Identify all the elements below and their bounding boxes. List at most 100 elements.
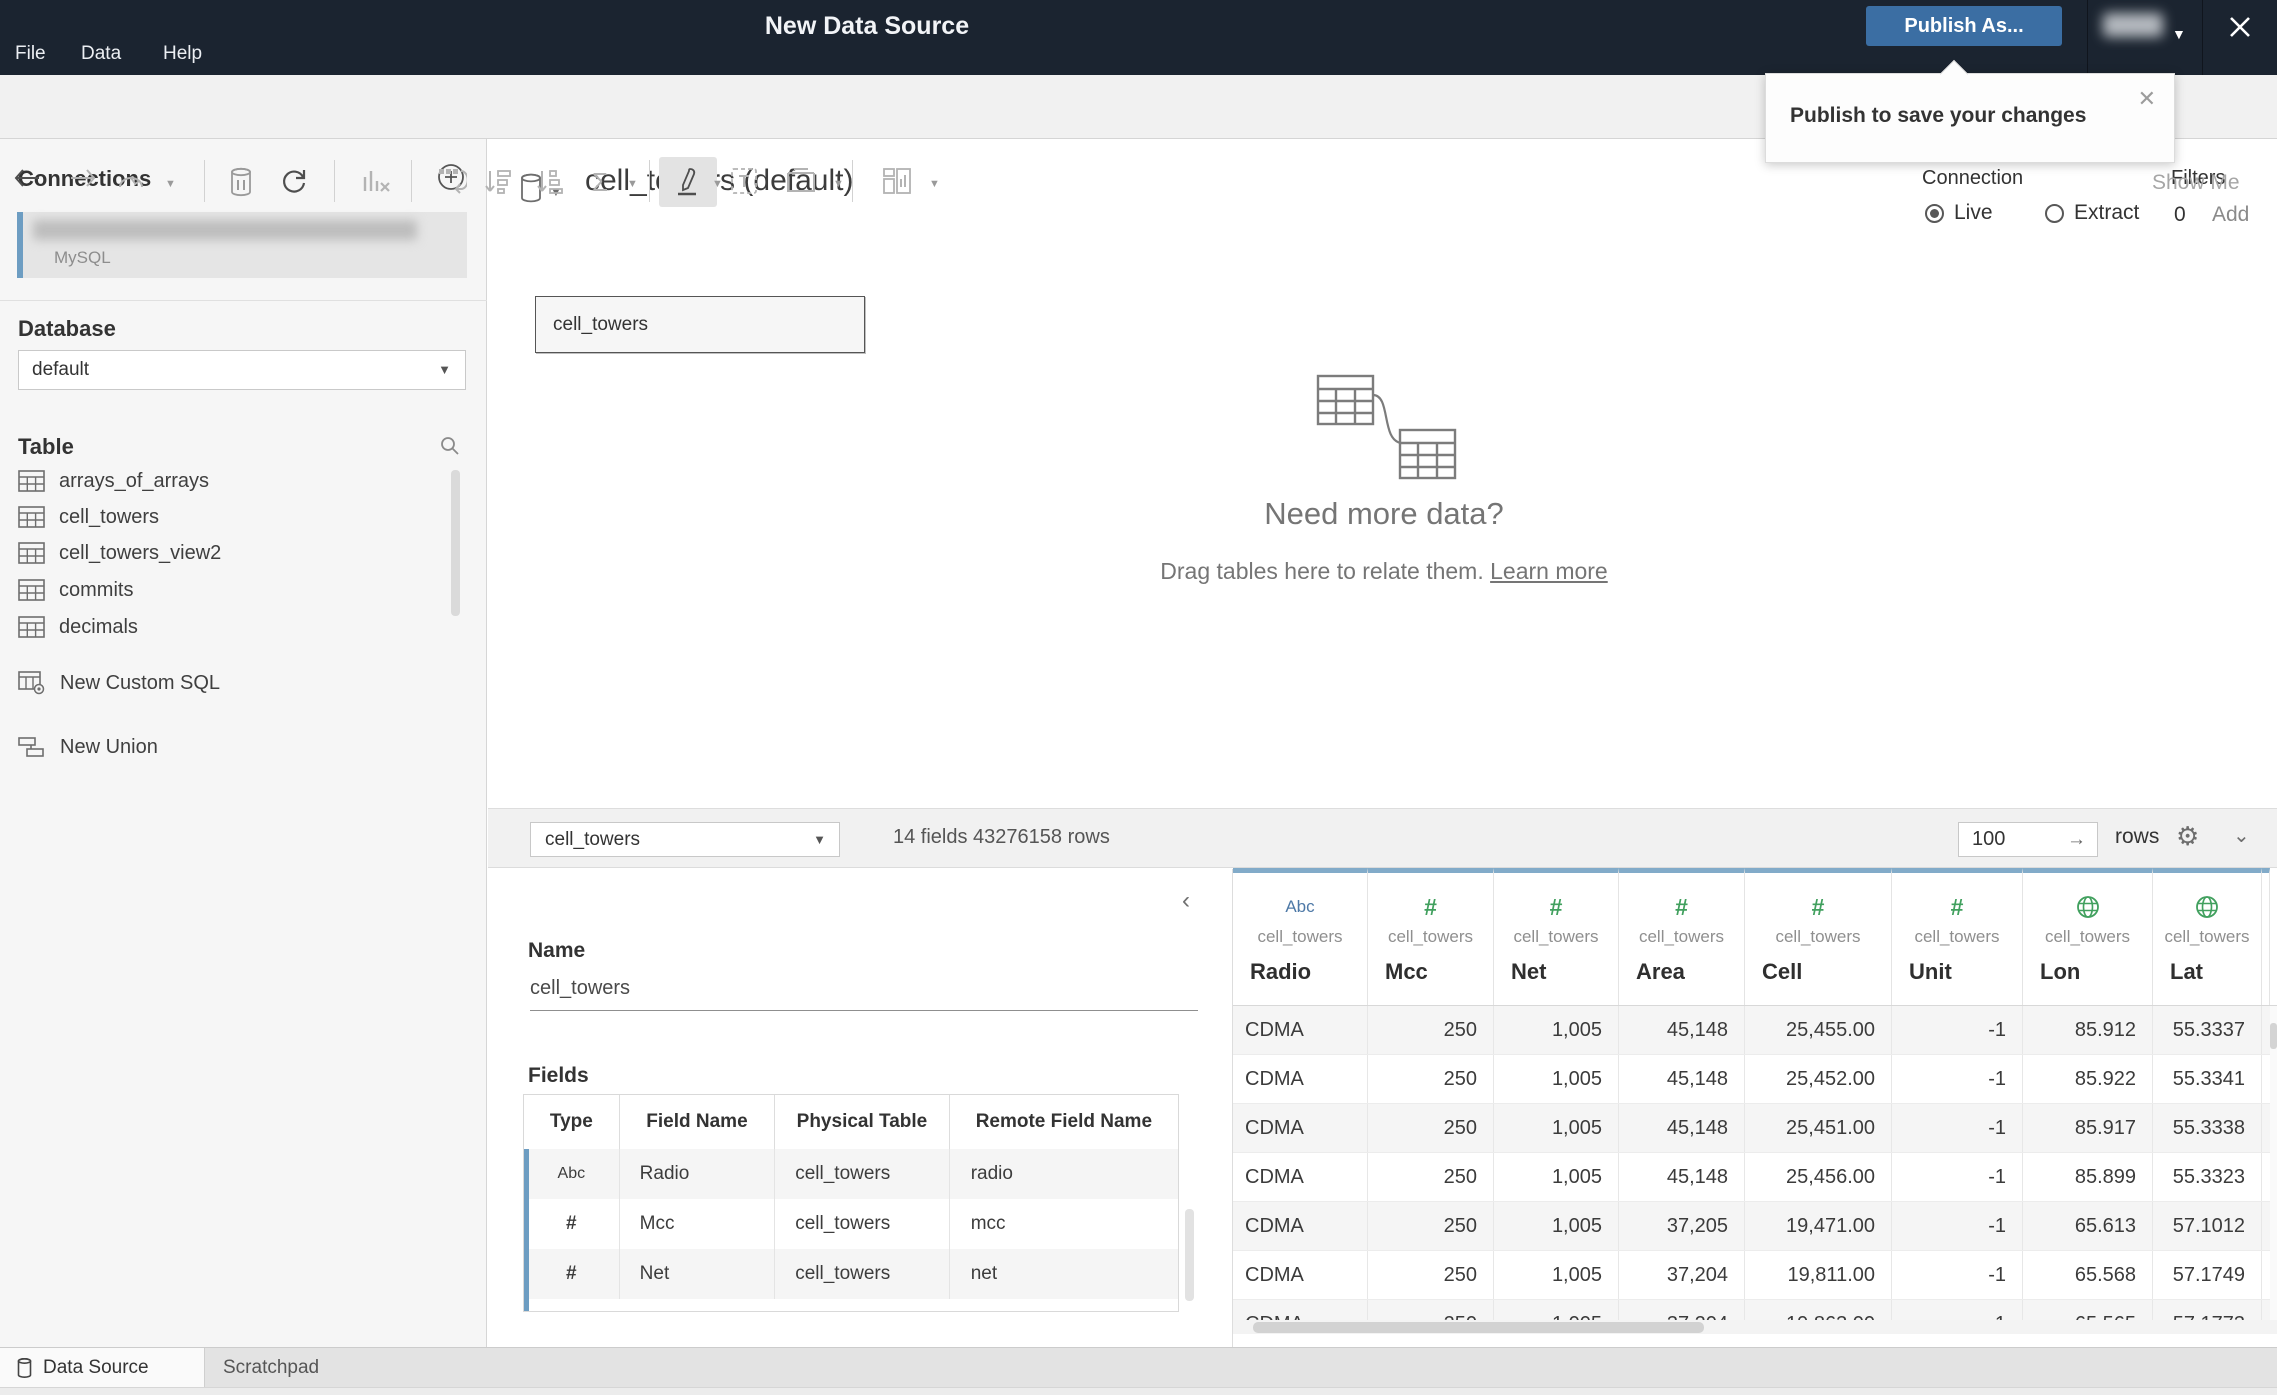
tooltip-close-icon[interactable]: ✕ [2138,86,2156,112]
table-item-decimals[interactable]: decimals [18,610,138,644]
database-label: Database [18,316,116,341]
fit-caret-icon[interactable]: ▼ [833,178,844,190]
left-sidebar: Connections MySQL Database default ▼ Tab… [0,138,487,1347]
table-item-label: decimals [59,615,138,638]
grid-col-radio[interactable]: Abc cell_towers Radio [1233,868,1368,1005]
col-field-name: Lon [2040,959,2081,984]
redo-icon[interactable] [67,167,97,191]
grid-vertical-scrollbar[interactable] [2270,1006,2277,1322]
show-hide-cards-icon[interactable] [882,167,912,195]
label-icon[interactable] [730,167,758,195]
publish-as-button[interactable]: Publish As... [1866,6,2062,46]
connection-item[interactable]: MySQL [17,212,467,278]
new-custom-sql[interactable]: New Custom SQL [18,666,220,700]
live-radio[interactable]: Live [1925,201,1993,225]
show-me-button[interactable]: Show Me [2152,171,2240,195]
cell: 250 [1368,1251,1494,1299]
tab-data-source[interactable]: Data Source [0,1348,205,1388]
table-item-label: commits [59,578,134,601]
highlight-caret-icon[interactable]: ▼ [712,178,723,190]
grid-col-area[interactable]: # cell_towers Area [1619,868,1745,1005]
grid-col-net[interactable]: # cell_towers Net [1494,868,1619,1005]
replay-caret-icon[interactable]: ▼ [165,178,176,190]
undo-icon[interactable] [13,167,43,191]
extract-radio-button[interactable] [2045,203,2064,223]
sort-ascending-icon[interactable] [484,167,514,195]
col-table-name: cell_towers [1914,927,2000,946]
cell: 45,148 [1619,1006,1745,1054]
close-window-icon[interactable] [2227,14,2253,40]
table-search-icon[interactable] [438,434,462,458]
col-field-name: Radio [1250,959,1312,984]
table-item-arrays-of-arrays[interactable]: arrays_of_arrays [18,464,209,498]
live-radio-button[interactable] [1925,203,1944,223]
data-source-db-icon [17,1357,32,1378]
menu-help[interactable]: Help [163,43,202,65]
relationship-canvas: ▼ cell_towers (default) Connection Live … [488,138,2277,808]
learn-more-link[interactable]: Learn more [1490,558,1608,584]
table-dropdown[interactable]: cell_towers ▼ [530,822,840,857]
cell: 19,863.00 [1745,1300,1892,1322]
toolbar-separator [204,160,205,202]
highlight-pen-icon[interactable] [674,167,700,197]
grid-collapse-chevron-icon[interactable]: ⌄ [2233,823,2250,848]
fit-icon[interactable] [786,167,816,195]
bottom-tab-bar: Data Source Scratchpad [0,1347,2277,1388]
filters-add-button[interactable]: Add [2212,203,2249,227]
field-row-mcc[interactable]: # Mcc cell_towers mcc [524,1199,1178,1249]
row-count-input[interactable]: 100 → [1958,822,2098,857]
cell: 1,005 [1494,1202,1619,1250]
number-type-icon: # [1424,893,1437,920]
col-field-name: Field Name [620,1095,776,1149]
sort-descending-icon[interactable] [536,167,566,195]
grid-col-cell[interactable]: # cell_towers Cell [1745,868,1892,1005]
table-node-cell-towers[interactable]: cell_towers [535,296,865,353]
col-field-name: Mcc [1385,959,1428,984]
grid-row: CDMA 250 1,005 37,204 19,811.00 -1 65.56… [1233,1251,2270,1300]
table-item-cell-towers[interactable]: cell_towers [18,500,159,534]
cell: 85.899 [2023,1153,2153,1201]
grid-col-lat[interactable]: cell_towers Lat [2153,868,2262,1005]
table-item-commits[interactable]: commits [18,573,133,607]
field-row-radio[interactable]: Abc Radio cell_towers radio [524,1149,1178,1199]
toolbar-separator [334,160,335,202]
union-icon [18,737,44,757]
user-menu-caret-icon[interactable]: ▼ [2172,26,2186,42]
panel-collapse-icon[interactable]: ‹ [1182,887,1190,915]
cards-caret-icon[interactable]: ▼ [929,178,940,190]
menu-data[interactable]: Data [81,43,121,65]
clear-sheet-icon[interactable] [361,167,391,195]
cell: 250 [1368,1153,1494,1201]
totals-sigma-icon[interactable]: Σ [592,167,608,198]
grid-col-unit[interactable]: # cell_towers Unit [1892,868,2023,1005]
grid-settings-gear-icon[interactable]: ⚙ [2176,821,2199,852]
live-radio-label: Live [1954,201,1993,224]
grid-col-mcc[interactable]: # cell_towers Mcc [1368,868,1494,1005]
table-icon [18,542,45,564]
new-union[interactable]: New Union [18,730,158,764]
connection-type-label: MySQL [54,248,111,267]
menu-file[interactable]: File [15,43,46,65]
tab-scratchpad[interactable]: Scratchpad [205,1348,483,1388]
name-input[interactable]: cell_towers [530,977,1198,1011]
geo-type-icon [2023,893,2152,921]
table-item-cell-towers-view2[interactable]: cell_towers_view2 [18,536,221,570]
replay-icon[interactable] [115,167,145,193]
totals-caret-icon[interactable]: ▼ [627,178,638,190]
table-list-scrollbar[interactable] [451,470,460,616]
grid-vscroll-thumb[interactable] [2270,1023,2277,1049]
row-count-go-icon[interactable]: → [2067,823,2086,856]
database-select[interactable]: default ▼ [18,350,466,390]
grid-hscroll-thumb[interactable] [1253,1322,1704,1333]
name-label: Name [528,939,586,962]
grid-col-lon[interactable]: cell_towers Lon [2023,868,2153,1005]
extract-radio[interactable]: Extract [2045,201,2139,225]
refresh-icon[interactable] [280,167,308,195]
grid-horizontal-scrollbar[interactable] [1233,1320,2277,1334]
field-row-net[interactable]: # Net cell_towers net [524,1249,1178,1299]
pause-updates-icon[interactable] [229,167,253,197]
fields-table-scrollbar[interactable] [1185,1209,1194,1301]
swap-rows-columns-icon[interactable] [437,167,467,195]
number-type-icon: # [524,1249,620,1299]
table-item-label: cell_towers_view2 [59,541,222,564]
